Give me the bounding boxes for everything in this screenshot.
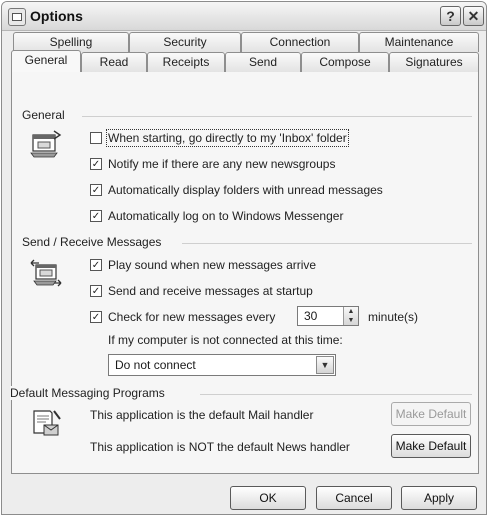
- messenger-logon-label: Automatically log on to Windows Messenge…: [108, 209, 344, 223]
- tab-send[interactable]: Send: [225, 52, 301, 72]
- make-default-news-button[interactable]: Make Default: [391, 434, 471, 458]
- options-dialog: Options ? ✕ Spelling Security Connection…: [1, 1, 487, 515]
- start-inbox-label: When starting, go directly to my 'Inbox'…: [106, 129, 349, 147]
- option-notify-newsgroups[interactable]: ✓ Notify me if there are any new newsgro…: [90, 156, 335, 172]
- check-interval-label: Check for new messages every: [108, 310, 276, 324]
- tab-maintenance[interactable]: Maintenance: [359, 32, 479, 52]
- group-divider: [82, 116, 472, 117]
- check-interval-checkbox[interactable]: ✓: [90, 311, 102, 323]
- notify-newsgroups-checkbox[interactable]: ✓: [90, 158, 102, 170]
- ok-button[interactable]: OK: [230, 486, 306, 510]
- option-start-inbox[interactable]: When starting, go directly to my 'Inbox'…: [90, 129, 349, 147]
- chevron-down-icon[interactable]: ▼: [316, 356, 334, 374]
- mail-handler-icon: [30, 407, 62, 437]
- title-bar: Options ? ✕: [2, 2, 486, 31]
- mail-handler-text: This application is the default Mail han…: [90, 408, 314, 422]
- not-connected-label: If my computer is not connected at this …: [108, 333, 343, 347]
- send-receive-icon: [30, 259, 62, 289]
- option-send-receive-startup[interactable]: ✓ Send and receive messages at startup: [90, 283, 313, 299]
- display-unread-label: Automatically display folders with unrea…: [108, 183, 383, 197]
- option-check-interval[interactable]: ✓ Check for new messages every: [90, 309, 275, 325]
- tab-read[interactable]: Read: [81, 52, 147, 72]
- tab-signatures[interactable]: Signatures: [389, 52, 479, 72]
- mail-window-icon: [30, 129, 62, 159]
- general-tab-panel: General When starting, go directly to my…: [10, 70, 479, 474]
- play-sound-checkbox[interactable]: ✓: [90, 259, 102, 271]
- interval-value: 30: [304, 309, 318, 323]
- option-play-sound[interactable]: ✓ Play sound when new messages arrive: [90, 257, 316, 273]
- tab-connection[interactable]: Connection: [241, 32, 359, 52]
- start-inbox-checkbox[interactable]: [90, 132, 102, 144]
- option-display-unread[interactable]: ✓ Automatically display folders with unr…: [90, 182, 383, 198]
- tab-receipts[interactable]: Receipts: [147, 52, 225, 72]
- tab-spelling[interactable]: Spelling: [13, 32, 129, 52]
- make-default-mail-button[interactable]: Make Default: [391, 402, 471, 426]
- group-send-receive-label: Send / Receive Messages: [22, 235, 166, 249]
- tab-general[interactable]: General: [11, 50, 81, 72]
- tab-compose[interactable]: Compose: [301, 52, 389, 72]
- tab-row-front: General Read Receipts Send Compose Signa…: [11, 50, 479, 72]
- interval-spinner[interactable]: 30 ▲ ▼: [297, 306, 359, 326]
- play-sound-label: Play sound when new messages arrive: [108, 258, 317, 272]
- spinner-arrows-icon[interactable]: ▲ ▼: [343, 307, 358, 325]
- option-messenger-logon[interactable]: ✓ Automatically log on to Windows Messen…: [90, 208, 343, 224]
- messenger-logon-checkbox[interactable]: ✓: [90, 210, 102, 222]
- tab-row-back: Spelling Security Connection Maintenance: [11, 32, 479, 52]
- app-window-icon: [8, 8, 26, 26]
- display-unread-checkbox[interactable]: ✓: [90, 184, 102, 196]
- window-title: Options: [30, 8, 83, 24]
- notify-newsgroups-label: Notify me if there are any new newsgroup…: [108, 157, 336, 171]
- send-receive-startup-label: Send and receive messages at startup: [108, 284, 313, 298]
- close-button[interactable]: ✕: [463, 6, 484, 26]
- news-handler-text: This application is NOT the default News…: [90, 440, 350, 454]
- group-default-programs-label: Default Messaging Programs: [10, 386, 169, 400]
- help-button[interactable]: ?: [440, 6, 461, 26]
- connect-dropdown-value: Do not connect: [115, 358, 196, 372]
- group-divider: [182, 243, 472, 244]
- cancel-button[interactable]: Cancel: [316, 486, 392, 510]
- tab-security[interactable]: Security: [129, 32, 241, 52]
- apply-button[interactable]: Apply: [401, 486, 477, 510]
- connect-dropdown[interactable]: Do not connect ▼: [108, 354, 336, 376]
- group-divider: [200, 394, 472, 395]
- group-general-label: General: [22, 108, 69, 122]
- interval-unit: minute(s): [368, 310, 419, 324]
- send-receive-startup-checkbox[interactable]: ✓: [90, 285, 102, 297]
